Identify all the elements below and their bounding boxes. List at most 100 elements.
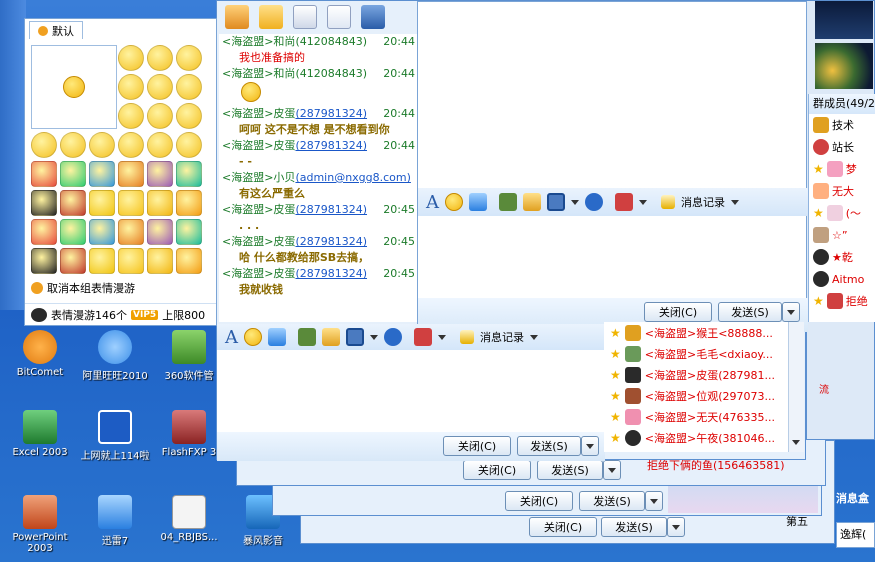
emoji-cell[interactable] xyxy=(118,74,144,100)
member-item[interactable]: ★ <海盗盟>位观(297073... xyxy=(604,385,804,406)
emoji-cell[interactable] xyxy=(147,45,173,71)
history-icon[interactable] xyxy=(661,195,675,209)
qq-number-link[interactable]: (287981324) xyxy=(295,107,367,120)
emoji-cell[interactable] xyxy=(118,190,144,216)
emoji-cell[interactable] xyxy=(147,219,173,245)
send-button[interactable]: 发送(S) xyxy=(579,491,645,511)
message-input[interactable] xyxy=(217,350,605,432)
emoji-cell[interactable] xyxy=(147,103,173,129)
chevron-down-icon[interactable] xyxy=(370,334,378,340)
member-item[interactable]: Aitmo xyxy=(809,268,875,290)
history-label[interactable]: 消息记录 xyxy=(681,194,725,210)
send-options-button[interactable] xyxy=(581,436,599,456)
member-item[interactable]: ★乾 xyxy=(809,246,875,268)
send-options-button[interactable] xyxy=(667,517,685,537)
member-item[interactable]: ★ (～ xyxy=(809,202,875,224)
history-icon[interactable] xyxy=(460,330,474,344)
card-icon[interactable] xyxy=(327,5,351,29)
qq-number-link[interactable]: (287981324) xyxy=(295,203,367,216)
member-item[interactable]: 技术 xyxy=(809,114,875,136)
smiley-icon[interactable] xyxy=(244,328,262,346)
member-item[interactable]: ★ 梦 xyxy=(809,158,875,180)
scroll-down-icon[interactable] xyxy=(792,435,800,448)
qq-number-link[interactable]: (287981324) xyxy=(295,267,367,280)
close-button[interactable]: 关闭(C) xyxy=(505,491,573,511)
send-options-button[interactable] xyxy=(782,302,800,322)
desktop-icon-114la[interactable]: 上网就上114啦 xyxy=(78,410,152,462)
send-button[interactable]: 发送(S) xyxy=(537,460,603,480)
members-scrollbar[interactable] xyxy=(788,322,804,452)
shake-icon[interactable] xyxy=(615,193,633,211)
image-icon[interactable] xyxy=(298,328,316,346)
emoji-cell[interactable] xyxy=(147,74,173,100)
close-button[interactable]: 关闭(C) xyxy=(463,460,531,480)
history-label[interactable]: 消息记录 xyxy=(480,329,524,345)
emoji-cell[interactable] xyxy=(147,248,173,274)
close-button[interactable]: 关闭(C) xyxy=(529,517,597,537)
music-icon[interactable] xyxy=(322,328,340,346)
close-button[interactable]: 关闭(C) xyxy=(443,436,511,456)
emoji-cell[interactable] xyxy=(89,132,115,158)
qq-number-link[interactable]: (287981324) xyxy=(295,235,367,248)
music-icon[interactable] xyxy=(523,193,541,211)
desktop-icon-360[interactable]: 360软件管 xyxy=(152,330,226,382)
home-icon[interactable] xyxy=(225,5,249,29)
send-button[interactable]: 发送(S) xyxy=(517,436,581,456)
shake-icon[interactable] xyxy=(414,328,432,346)
emoji-cell[interactable] xyxy=(118,248,144,274)
desktop-icon-bitcomet[interactable]: BitComet xyxy=(3,330,77,378)
emoji-cell[interactable] xyxy=(89,219,115,245)
member-item[interactable]: 站长 xyxy=(809,136,875,158)
folder-icon[interactable] xyxy=(259,5,283,29)
emoji-cell[interactable] xyxy=(176,190,202,216)
emoji-cell[interactable] xyxy=(31,161,57,187)
emoji-cell[interactable] xyxy=(176,132,202,158)
send-file-icon[interactable] xyxy=(384,328,402,346)
emoji-cell[interactable] xyxy=(118,45,144,71)
emoji-cell[interactable] xyxy=(89,190,115,216)
emoji-cell[interactable] xyxy=(176,161,202,187)
emoji-cell[interactable] xyxy=(176,74,202,100)
member-item[interactable]: ★ <海盗盟>皮蛋(287981... xyxy=(604,364,804,385)
qq-number-link[interactable]: (287981324) xyxy=(295,139,367,152)
emoji-cell[interactable] xyxy=(60,248,86,274)
emoji-cell[interactable] xyxy=(31,248,57,274)
magic-emoji-icon[interactable] xyxy=(268,328,286,346)
emoji-cell[interactable] xyxy=(60,132,86,158)
emoji-cell[interactable] xyxy=(147,190,173,216)
emoji-cell[interactable] xyxy=(118,132,144,158)
email-link[interactable]: (admin@nxgg8.com) xyxy=(295,171,410,184)
member-item[interactable]: ★ <海盗盟>午夜(381046... xyxy=(604,427,804,448)
emoji-cell[interactable] xyxy=(60,190,86,216)
emoji-cell[interactable] xyxy=(31,190,57,216)
emoji-cell[interactable] xyxy=(60,219,86,245)
emoji-cell[interactable] xyxy=(176,219,202,245)
chevron-down-icon[interactable] xyxy=(571,199,579,205)
member-item[interactable]: ★ <海盗盟>猴王<88888... xyxy=(604,322,804,343)
member-item[interactable]: 无大 xyxy=(809,180,875,202)
desktop-icon-xunlei[interactable]: 迅雷7 xyxy=(78,495,152,547)
emoji-cell[interactable] xyxy=(147,132,173,158)
member-item[interactable]: ★ 拒绝 xyxy=(809,290,875,312)
emoji-cell[interactable] xyxy=(31,219,57,245)
magic-emoji-icon[interactable] xyxy=(469,193,487,211)
chevron-down-icon[interactable] xyxy=(530,334,538,340)
send-options-button[interactable] xyxy=(645,491,663,511)
emoji-cell[interactable] xyxy=(60,161,86,187)
desktop-icon-file[interactable]: 04_RBJBS... xyxy=(152,495,226,543)
emoji-footer-action[interactable]: 取消本组表情漫游 xyxy=(25,277,216,299)
emoji-cell[interactable] xyxy=(118,161,144,187)
font-icon[interactable]: A xyxy=(225,327,238,348)
emoji-cell[interactable] xyxy=(176,45,202,71)
chevron-down-icon[interactable] xyxy=(639,199,647,205)
send-button[interactable]: 发送(S) xyxy=(601,517,667,537)
image-icon[interactable] xyxy=(499,193,517,211)
chevron-down-icon[interactable] xyxy=(438,334,446,340)
desktop-icon-excel[interactable]: Excel 2003 xyxy=(3,410,77,458)
close-button[interactable]: 关闭(C) xyxy=(644,302,712,322)
settings-icon[interactable] xyxy=(361,5,385,29)
desktop-icon-aliwangwang[interactable]: 阿里旺旺2010 xyxy=(78,330,152,382)
front-chat-window[interactable]: A 消息记录 关闭(C) 发送(S) xyxy=(417,1,808,332)
emoji-cell[interactable] xyxy=(176,248,202,274)
chevron-down-icon[interactable] xyxy=(731,199,739,205)
